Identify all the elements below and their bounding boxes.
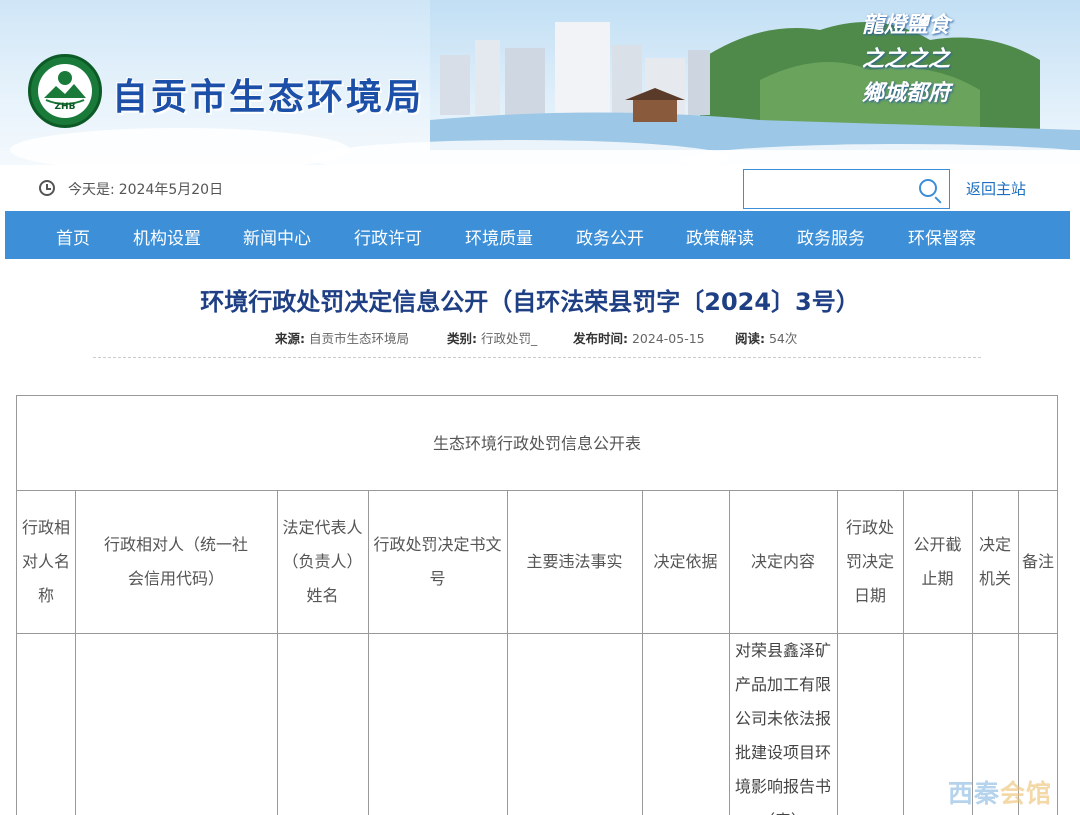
today-label: 今天是: xyxy=(68,182,115,198)
search-icon[interactable] xyxy=(919,179,937,197)
watermark: 西秦会馆 xyxy=(948,774,1052,810)
site-title[interactable]: 自贡市生态环境局 xyxy=(112,68,424,120)
header-decision-date: 行政处罚决定日期 xyxy=(845,518,894,605)
meta-source-value: 自贡市生态环境局 xyxy=(308,331,409,346)
header-decision-content: 决定内容 xyxy=(750,552,815,571)
table-cell-decision-content: 对荣县鑫泽矿产品加工有限公司未依法报批建设项目环境影响报告书（表） xyxy=(734,641,831,815)
top-bar: 今天是: 2024年5月20日 返回主站 xyxy=(5,165,1070,211)
header-remarks: 备注 xyxy=(1021,552,1054,571)
nav-item-news[interactable]: 新闻中心 xyxy=(243,224,311,249)
nav-item-home[interactable]: 首页 xyxy=(56,224,90,249)
nav-item-gov-disclosure[interactable]: 政务公开 xyxy=(576,224,644,249)
meta-category: 类别: 行政处罚_ xyxy=(447,328,537,347)
row-divider xyxy=(17,633,1057,634)
header-legal-rep: 法定代表人（负责人）姓名 xyxy=(282,518,363,605)
header-decision-number: 行政处罚决定书文号 xyxy=(373,535,502,588)
watermark-part: 西秦 xyxy=(948,779,1001,808)
header-violation-facts: 主要违法事实 xyxy=(526,552,623,571)
meta-reads-value: 54次 xyxy=(768,331,798,346)
header-party-name: 行政相对人名称 xyxy=(21,518,70,605)
return-home-link[interactable]: 返回主站 xyxy=(966,178,1026,199)
table-caption: 生态环境行政处罚信息公开表 xyxy=(17,396,1057,491)
logo-text: ZHB xyxy=(54,102,76,112)
penalty-table: 生态环境行政处罚信息公开表 行政相对人名称 行政相对人（统一社会信用代码） 法定… xyxy=(16,395,1058,815)
watermark-part: 会馆 xyxy=(1000,779,1053,808)
header-decision-basis: 决定依据 xyxy=(653,552,718,571)
header-decision-authority: 决定机关 xyxy=(978,535,1011,588)
calligraphy-line: 之之之之 xyxy=(861,46,950,72)
calligraphy-line: 鄉城都府 xyxy=(861,80,950,106)
article-title: 环境行政处罚决定信息公开（自环法荣县罚字〔2024〕3号） xyxy=(200,288,860,316)
meta-published-label: 发布时间: xyxy=(573,331,628,346)
meta-reads: 阅读: 54次 xyxy=(735,328,797,347)
meta-source: 来源: 自贡市生态环境局 xyxy=(275,328,409,347)
nav-item-policy-interpretation[interactable]: 政策解读 xyxy=(686,224,754,249)
calligraphy-slogan: 龍燈鹽食 之之之之 鄉城都府 xyxy=(820,8,950,110)
nav-item-permits[interactable]: 行政许可 xyxy=(354,224,422,249)
meta-category-value: 行政处罚_ xyxy=(480,331,538,346)
header-disclosure-deadline: 公开截止期 xyxy=(913,535,962,588)
calligraphy-line: 龍燈鹽食 xyxy=(861,12,950,38)
logo-emblem-icon: ZHB xyxy=(38,64,92,118)
today-date: 今天是: 2024年5月20日 xyxy=(68,179,227,199)
nav-item-env-quality[interactable]: 环境质量 xyxy=(465,224,533,249)
today-value: 2024年5月20日 xyxy=(118,182,224,198)
clock-icon xyxy=(39,180,55,196)
nav-item-gov-services[interactable]: 政务服务 xyxy=(797,224,865,249)
nav-item-inspection[interactable]: 环保督察 xyxy=(908,224,976,249)
divider xyxy=(93,357,981,358)
meta-category-label: 类别: xyxy=(447,331,477,346)
meta-source-label: 来源: xyxy=(275,331,305,346)
meta-published-value: 2024-05-15 xyxy=(631,331,705,346)
search-input[interactable] xyxy=(743,169,950,209)
meta-reads-label: 阅读: xyxy=(735,331,765,346)
nav-item-organization[interactable]: 机构设置 xyxy=(133,224,201,249)
site-banner: ZHB 自贡市生态环境局 龍燈鹽食 之之之之 鄉城都府 xyxy=(0,0,1080,165)
header-party-credit-code: 行政相对人（统一社会信用代码） xyxy=(103,535,248,588)
main-nav: 首页 机构设置 新闻中心 行政许可 环境质量 政务公开 政策解读 政务服务 环保… xyxy=(5,211,1070,259)
bureau-logo: ZHB xyxy=(28,54,102,128)
meta-published: 发布时间: 2024-05-15 xyxy=(573,328,705,347)
